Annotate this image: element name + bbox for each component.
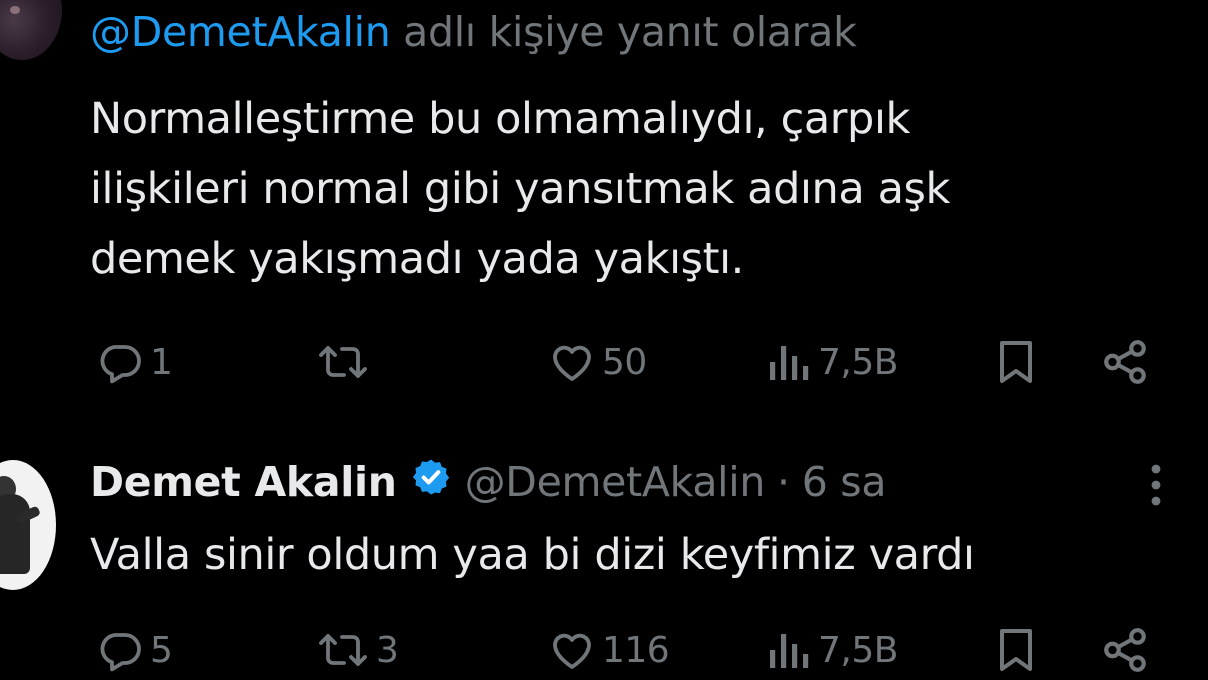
bookmark-button[interactable] — [994, 332, 1038, 392]
tweet-actions: 5 3 116 7,5B — [0, 620, 1208, 680]
avatar[interactable] — [0, 0, 62, 60]
like-count: 50 — [602, 341, 647, 383]
retweet-icon — [316, 626, 370, 674]
retweet-icon — [316, 338, 370, 386]
tweet-text-line: ilişkileri normal gibi yansıtmak adına a… — [90, 164, 951, 214]
avatar[interactable] — [0, 460, 56, 590]
share-button[interactable] — [1100, 332, 1150, 392]
views-button[interactable]: 7,5B — [766, 620, 898, 680]
tweet-text: Valla sinir oldum yaa bi dizi keyfimiz v… — [90, 530, 975, 580]
timestamp[interactable]: 6 sa — [802, 458, 887, 506]
separator-dot: · — [777, 458, 790, 506]
like-button[interactable]: 116 — [548, 620, 670, 680]
reply-count: 5 — [150, 629, 173, 671]
retweet-button[interactable]: 3 — [316, 620, 399, 680]
views-count: 7,5B — [818, 341, 898, 383]
heart-icon — [548, 626, 596, 674]
reply-mention-link[interactable]: @DemetAkalin — [90, 8, 391, 56]
bookmark-icon — [994, 338, 1038, 386]
views-count: 7,5B — [818, 629, 898, 671]
tweet-text-line: demek yakışmadı yada yakıştı. — [90, 234, 744, 284]
views-button[interactable]: 7,5B — [766, 332, 898, 392]
display-name[interactable]: Demet Akalin — [90, 458, 397, 506]
views-icon — [766, 626, 812, 674]
retweet-button[interactable] — [316, 332, 376, 392]
share-icon — [1100, 337, 1150, 387]
reply-button[interactable]: 5 — [96, 620, 173, 680]
tweet-actions: 1 50 7,5B — [0, 332, 1208, 392]
tweet-header: Demet Akalin @DemetAkalin · 6 sa — [90, 452, 886, 512]
more-vertical-icon[interactable] — [1146, 462, 1166, 508]
share-button[interactable] — [1100, 620, 1150, 680]
like-count: 116 — [602, 629, 670, 671]
tweet-text-line: Normalleştirme bu olmamalıydı, çarpık — [90, 94, 911, 144]
reply-icon — [96, 626, 144, 674]
reply-context-text: adlı kişiye yanıt olarak — [390, 8, 857, 56]
reply-context: @DemetAkalin adlı kişiye yanıt olarak — [90, 8, 857, 56]
reply-count: 1 — [150, 341, 173, 383]
heart-icon — [548, 338, 596, 386]
verified-badge-icon — [411, 457, 451, 507]
reply-button[interactable]: 1 — [96, 332, 173, 392]
share-icon — [1100, 625, 1150, 675]
user-handle[interactable]: @DemetAkalin — [465, 458, 766, 506]
retweet-count: 3 — [376, 629, 399, 671]
like-button[interactable]: 50 — [548, 332, 647, 392]
tweet-text: Normalleştirme bu olmamalıydı, çarpık il… — [90, 84, 1170, 294]
bookmark-icon — [994, 626, 1038, 674]
reply-icon — [96, 338, 144, 386]
views-icon — [766, 338, 812, 386]
bookmark-button[interactable] — [994, 620, 1038, 680]
